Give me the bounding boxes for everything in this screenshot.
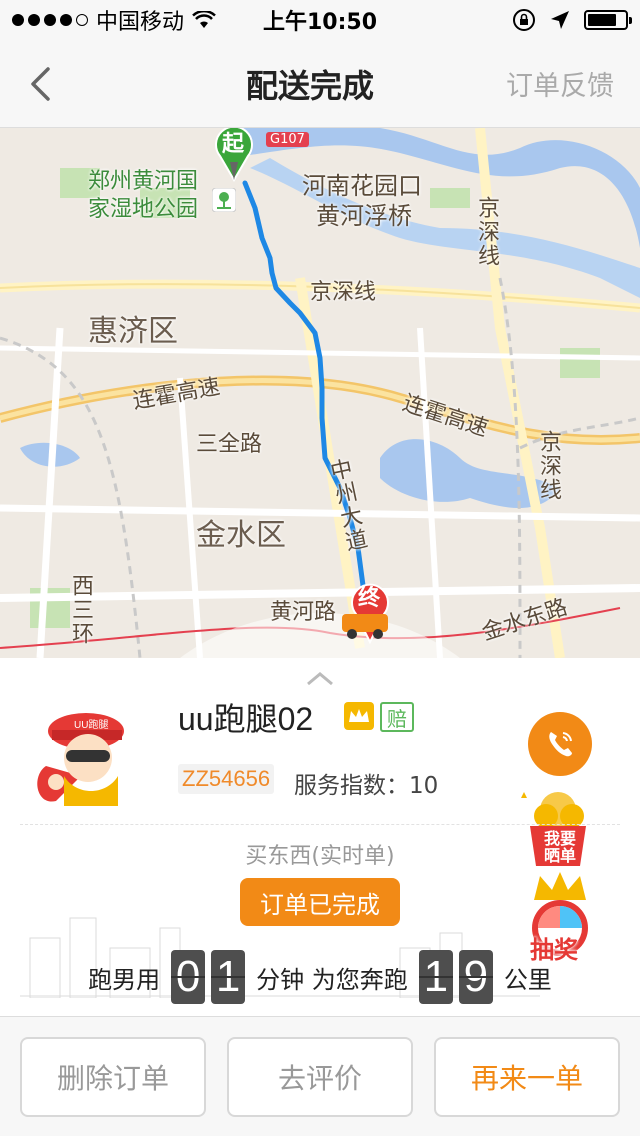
end-pin-icon[interactable]: 终: [340, 574, 400, 644]
status-left: 中国移动: [12, 4, 232, 36]
minutes-unit: 分钟 为您奔跑: [256, 965, 408, 994]
map-label-sanquan: 三全路: [196, 432, 263, 457]
chevron-up-icon[interactable]: [300, 668, 340, 688]
action-bar: 删除订单 去评价 再来一单: [0, 1016, 640, 1136]
back-button[interactable]: [0, 40, 80, 128]
map-label-jingshen-h: 京深线: [310, 280, 377, 305]
card-divider: [20, 824, 620, 825]
km-digit: 1: [418, 950, 453, 1004]
start-pin-icon[interactable]: 起: [212, 128, 256, 182]
signal-dots-icon: [12, 14, 88, 26]
minutes-digit: 1: [211, 950, 246, 1004]
crown-icon: [344, 702, 374, 730]
call-button[interactable]: [528, 712, 592, 776]
order-type: 买东西(实时单): [245, 844, 395, 869]
start-marker-label: 起: [222, 132, 245, 157]
route-map[interactable]: 郑州黄河国家湿地公园 河南花园口 黄河浮桥 京深线 京深线 惠济区 连霍高速 连…: [0, 128, 640, 658]
driver-name: uu跑腿02: [178, 701, 314, 737]
map-label-huiji: 惠济区: [88, 314, 178, 349]
map-label-jingshen-vert-1: 京深线: [474, 196, 499, 268]
km-unit: 公里: [503, 965, 552, 994]
nav-bar: 配送完成 订单反馈: [0, 40, 640, 128]
stats-prefix: 跑男用: [88, 965, 161, 994]
map-label-xisanhuan: 西三环: [68, 574, 93, 646]
back-chevron-icon: [31, 66, 50, 101]
avatar: UU跑腿: [37, 713, 124, 806]
carrier-label: 中国移动: [96, 10, 185, 35]
lock-rotation-icon: [513, 9, 535, 31]
battery-icon: [584, 10, 632, 30]
order-feedback-button[interactable]: 订单反馈: [480, 64, 640, 103]
run-stats: 跑男用 0 1 分钟 为您奔跑 1 9 公里: [0, 950, 640, 1004]
km-digit: 9: [458, 950, 493, 1004]
park-icon: [212, 188, 236, 212]
service-index: 服务指数：10: [294, 773, 439, 799]
review-button[interactable]: 去评价: [227, 1037, 413, 1117]
map-label-jingshen-vert-2: 京深线: [536, 430, 561, 502]
location-arrow-icon: [551, 11, 569, 29]
phone-icon: [549, 732, 572, 757]
svg-text:UU跑腿: UU跑腿: [74, 718, 108, 731]
delete-order-button[interactable]: 删除订单: [20, 1037, 206, 1117]
map-label-jinshui: 金水区: [196, 518, 286, 553]
minutes-digits: 0 1: [168, 950, 248, 1004]
status-right: [408, 8, 632, 32]
status-time: 上午10:50: [262, 10, 378, 35]
map-label-bridge-2: 黄河浮桥: [316, 202, 412, 230]
km-digits: 1 9: [416, 950, 496, 1004]
status-bar: 中国移动 上午10:50: [0, 0, 640, 40]
minutes-digit: 0: [171, 950, 206, 1004]
driver-code: ZZ54656: [178, 764, 275, 794]
page-title: 配送完成: [245, 66, 374, 105]
map-label-g107: G107: [266, 132, 309, 147]
map-label-park: 郑州黄河国家湿地公园: [88, 169, 199, 222]
end-marker-label: 终: [358, 586, 381, 611]
order-card: UU跑腿 uu跑腿02 赔 ZZ54656 服务指数：10 我要晒单 抽奖 买东…: [0, 658, 640, 1016]
wifi-icon: [192, 11, 216, 28]
map-label-huanghe-road: 黄河路: [270, 600, 337, 625]
compensation-badge: 赔: [380, 702, 414, 732]
reorder-button[interactable]: 再来一单: [434, 1037, 620, 1117]
